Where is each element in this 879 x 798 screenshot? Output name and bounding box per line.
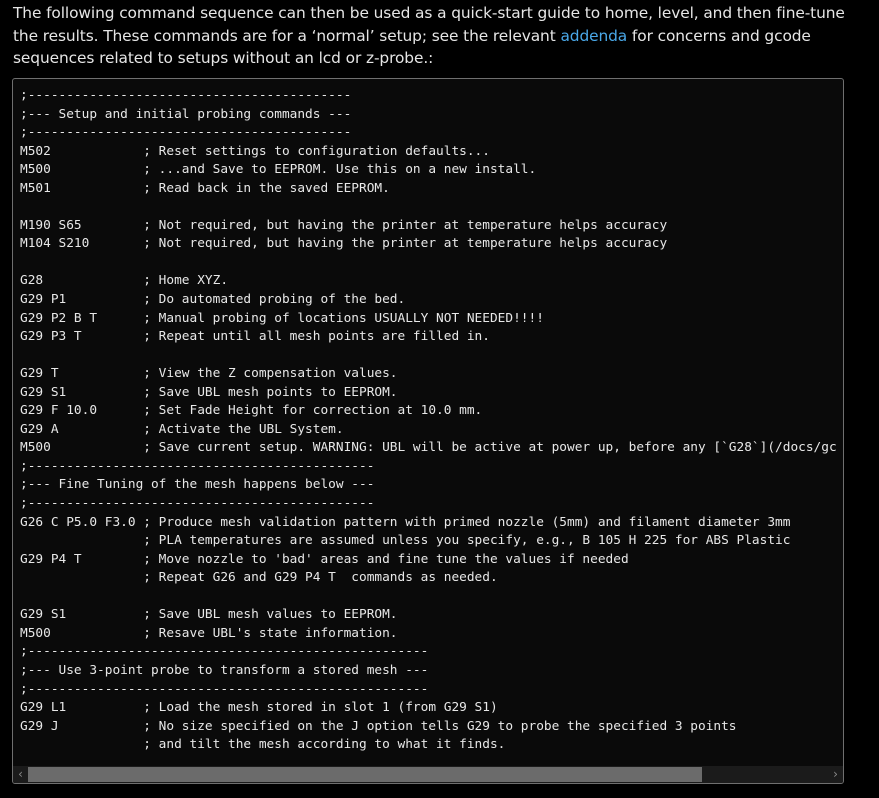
code-line: ;--- Use 3-point probe to transform a st… — [20, 662, 429, 678]
code-line: G29 P1 ; Do automated probing of the bed… — [20, 292, 406, 308]
code-line: M500 ; ...and Save to EEPROM. Use this o… — [20, 162, 537, 178]
addenda-link[interactable]: addenda — [560, 27, 627, 45]
code-line: M190 S65 ; Not required, but having the … — [20, 217, 668, 233]
code-line: G29 T ; View the Z compensation values. — [20, 366, 398, 382]
intro-paragraph: The following command sequence can then … — [13, 2, 853, 70]
gcode-listing: ;---------------------------------------… — [20, 87, 837, 755]
code-line: G29 P2 B T ; Manual probing of locations… — [20, 310, 544, 326]
code-line: G29 S1 ; Save UBL mesh points to EEPROM. — [20, 384, 398, 400]
horizontal-scrollbar[interactable]: ‹ › — [13, 766, 843, 783]
code-line: M500 ; Resave UBL's state information. — [20, 625, 398, 641]
chevron-right-icon[interactable]: › — [828, 766, 843, 783]
code-line: M104 S210 ; Not required, but having the… — [20, 236, 668, 252]
code-viewport: ;---------------------------------------… — [13, 79, 843, 765]
code-line: ;---------------------------------------… — [20, 496, 375, 512]
code-line: M502 ; Reset settings to configuration d… — [20, 143, 490, 159]
code-line: ; Repeat G26 and G29 P4 T commands as ne… — [20, 570, 498, 586]
code-line: G28 ; Home XYZ. — [20, 273, 229, 289]
code-line: G26 C P5.0 F3.0 ; Produce mesh validatio… — [20, 514, 791, 530]
code-line: ;--- Fine Tuning of the mesh happens bel… — [20, 477, 375, 493]
code-line: M500 ; Save current setup. WARNING: UBL … — [20, 440, 837, 456]
code-line: ;---------------------------------------… — [20, 681, 429, 697]
chevron-left-icon[interactable]: ‹ — [13, 766, 28, 783]
scrollbar-track[interactable] — [28, 766, 828, 783]
code-line: ;---------------------------------------… — [20, 644, 429, 660]
code-line: G29 P4 T ; Move nozzle to 'bad' areas an… — [20, 551, 629, 567]
code-line: M501 ; Read back in the saved EEPROM. — [20, 180, 390, 196]
code-line: G29 L1 ; Load the mesh stored in slot 1 … — [20, 700, 498, 716]
code-line: ;---------------------------------------… — [20, 458, 375, 474]
code-line: G29 J ; No size specified on the J optio… — [20, 718, 737, 734]
gcode-block: ;---------------------------------------… — [12, 78, 844, 784]
code-line: ; PLA temperatures are assumed unless yo… — [20, 533, 791, 549]
scrollbar-thumb[interactable] — [28, 767, 702, 782]
code-line: ;--- Setup and initial probing commands … — [20, 106, 352, 122]
code-line: ; and tilt the mesh according to what it… — [20, 737, 506, 753]
code-line: G29 A ; Activate the UBL System. — [20, 421, 344, 437]
code-line: G29 S1 ; Save UBL mesh values to EEPROM. — [20, 607, 398, 623]
code-line: ;---------------------------------------… — [20, 88, 352, 103]
code-line: G29 F 10.0 ; Set Fade Height for correct… — [20, 403, 483, 419]
code-line: ;---------------------------------------… — [20, 125, 352, 141]
code-line: G29 P3 T ; Repeat until all mesh points … — [20, 329, 490, 345]
